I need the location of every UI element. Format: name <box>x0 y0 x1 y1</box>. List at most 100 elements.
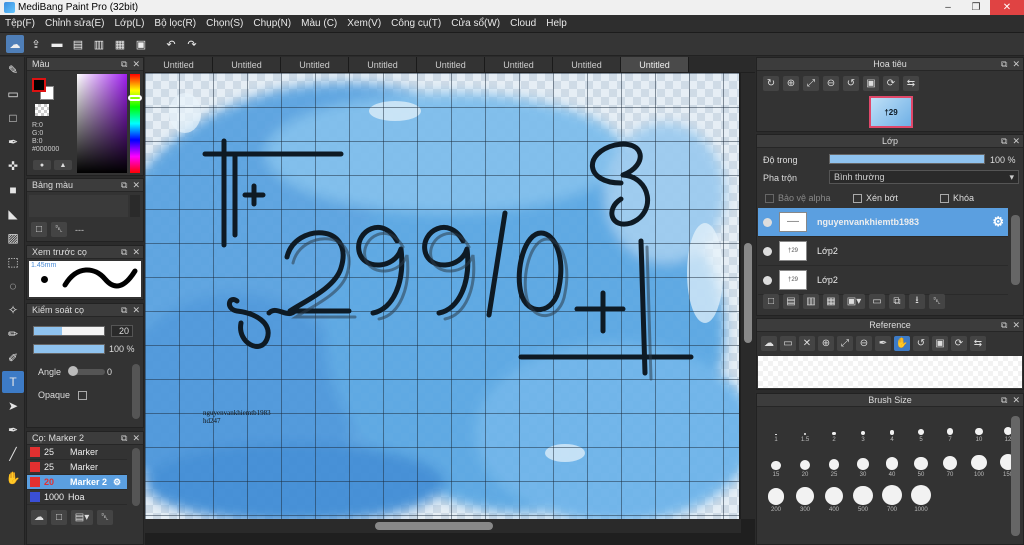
minimize-icon[interactable]: – <box>934 0 962 15</box>
reference-open-icon[interactable]: ▭ <box>780 336 796 351</box>
rotate-left-icon[interactable]: ↺ <box>843 76 859 91</box>
close-panel-icon[interactable]: ✕ <box>132 180 140 191</box>
menu-color[interactable]: Màu (C) <box>296 18 342 29</box>
layer-settings-gear-icon[interactable]: ⚙ <box>992 214 1004 230</box>
layer-opacity-slider[interactable] <box>829 154 985 164</box>
select-pen-icon[interactable]: ✏ <box>2 323 24 345</box>
visibility-eye-icon[interactable] <box>763 275 772 285</box>
eyedropper-icon[interactable]: ✒ <box>2 419 24 441</box>
undock-icon[interactable]: ⧉ <box>121 59 127 70</box>
gradient-icon[interactable]: ▨ <box>2 227 24 249</box>
visibility-eye-icon[interactable] <box>763 217 772 227</box>
delete-layer-icon[interactable]: ␡ <box>929 294 945 309</box>
grid-icon[interactable]: ▣ <box>132 35 150 53</box>
close-icon[interactable]: ✕ <box>990 0 1024 15</box>
brush-size-option[interactable]: 700 <box>879 481 905 513</box>
layer-menu-icon[interactable]: ▣▾ <box>843 294 865 309</box>
drawing-canvas[interactable]: nguyenvankhiemtb1983 hd247 <box>145 73 739 519</box>
add-folder-icon[interactable]: ▭ <box>869 294 885 309</box>
brush-size-option[interactable]: 40 <box>879 446 905 478</box>
add-brush-icon[interactable]: □ <box>51 510 67 525</box>
pen-icon[interactable]: ✒ <box>2 131 24 153</box>
brush-size-scrollbar[interactable] <box>1011 416 1020 536</box>
divide-icon[interactable]: ╱ <box>2 443 24 465</box>
rotate-view-icon[interactable]: ↻ <box>763 76 779 91</box>
undock-icon[interactable]: ⧉ <box>1001 59 1007 70</box>
tab-untitled[interactable]: Untitled <box>281 57 349 72</box>
document-icon[interactable]: ▤ <box>69 35 87 53</box>
reference-cloud-icon[interactable]: ☁ <box>761 336 777 351</box>
layer-row[interactable]: —— nguyenvankhiemtb1983 ⚙ <box>758 208 1008 237</box>
menu-view[interactable]: Xem(V) <box>342 18 386 29</box>
add-layer-icon[interactable]: □ <box>763 294 779 309</box>
foreground-color-swatch[interactable] <box>32 78 46 92</box>
tab-untitled[interactable]: Untitled <box>349 57 417 72</box>
reference-hand-icon[interactable]: ✋ <box>894 336 910 351</box>
list-item[interactable]: 1000 Hoa <box>27 490 127 505</box>
fill-rect-icon[interactable]: ■ <box>2 179 24 201</box>
move-icon[interactable]: ✜ <box>2 155 24 177</box>
vertical-scroll-thumb[interactable] <box>744 243 752 343</box>
menu-edit[interactable]: Chỉnh sửa(E) <box>40 18 110 29</box>
delete-palette-icon[interactable]: ␡ <box>51 222 67 237</box>
undock-icon[interactable]: ⧉ <box>1001 395 1007 406</box>
menu-select[interactable]: Chọn(S) <box>201 18 248 29</box>
horizontal-scroll-thumb[interactable] <box>375 522 493 530</box>
menu-snap[interactable]: Chụp(N) <box>248 18 296 29</box>
menu-layer[interactable]: Lớp(L) <box>110 18 150 29</box>
brush-size-option[interactable]: 500 <box>850 481 876 513</box>
undock-icon[interactable]: ⧉ <box>121 180 127 191</box>
brush-menu-icon[interactable]: ▤▾ <box>71 510 93 525</box>
reference-close-icon[interactable]: ✕ <box>799 336 815 351</box>
tab-untitled[interactable]: Untitled <box>417 57 485 72</box>
brush-size-option[interactable]: 2 <box>821 411 847 443</box>
menu-help[interactable]: Help <box>541 18 572 29</box>
lock-checkbox[interactable] <box>940 193 949 203</box>
page-icon[interactable]: ▥ <box>90 35 108 53</box>
add-palette-icon[interactable]: □ <box>31 222 47 237</box>
magic-wand-icon[interactable]: ✧ <box>2 299 24 321</box>
brush-size-option[interactable]: 25 <box>821 446 847 478</box>
brush-size-option[interactable]: 15 <box>763 446 789 478</box>
brush-list-scrollbar[interactable] <box>132 448 140 506</box>
undock-icon[interactable]: ⧉ <box>121 305 127 316</box>
brush-size-option[interactable]: 200 <box>763 481 789 513</box>
reset-rotation-icon[interactable]: ⟳ <box>883 76 899 91</box>
brush-size-option[interactable]: 70 <box>937 446 963 478</box>
rect-select-icon[interactable]: □ <box>2 107 24 129</box>
brush-size-option[interactable]: 300 <box>792 481 818 513</box>
reference-reset-icon[interactable]: ⟳ <box>951 336 967 351</box>
angle-slider-handle[interactable] <box>68 366 78 376</box>
brush-size-option[interactable]: 10 <box>966 411 992 443</box>
menu-window[interactable]: Cửa sổ(W) <box>446 18 505 29</box>
list-item[interactable]: 20 Marker 2 ⚙ <box>27 475 127 490</box>
menu-file[interactable]: Tệp(F) <box>0 18 40 29</box>
flip-horizontal-icon[interactable]: ⇆ <box>903 76 919 91</box>
brush-size-option[interactable]: 4 <box>879 411 905 443</box>
visibility-eye-icon[interactable] <box>763 246 772 256</box>
reference-zoom-in-icon[interactable]: ⊕ <box>818 336 834 351</box>
duplicate-layer-icon[interactable]: ⧉ <box>889 294 905 309</box>
navigator-thumbnail[interactable]: †29 <box>869 96 913 128</box>
blend-mode-select[interactable]: Bình thường ▾ <box>829 170 1019 184</box>
canvas-horizontal-scrollbar[interactable] <box>145 519 741 533</box>
brush-icon[interactable]: ✎ <box>2 59 24 81</box>
page-manager-icon[interactable]: ▦ <box>111 35 129 53</box>
hue-slider-handle[interactable] <box>128 95 142 101</box>
cloud-brush-icon[interactable]: ☁ <box>31 510 47 525</box>
close-panel-icon[interactable]: ✕ <box>1012 320 1020 331</box>
cloud-icon[interactable]: ☁ <box>6 35 24 53</box>
reference-fit-window-icon[interactable]: ▣ <box>932 336 948 351</box>
close-panel-icon[interactable]: ✕ <box>132 59 140 70</box>
brush-size-option[interactable]: 7 <box>937 411 963 443</box>
saturation-value-field[interactable] <box>77 74 127 173</box>
fit-view-icon[interactable]: ⤢ <box>803 76 819 91</box>
list-item[interactable]: 25 Marker <box>27 460 127 475</box>
close-panel-icon[interactable]: ✕ <box>132 305 140 316</box>
brush-size-option[interactable]: 1 <box>763 411 789 443</box>
brush-size-option[interactable]: 3 <box>850 411 876 443</box>
bucket-icon[interactable]: ◣ <box>2 203 24 225</box>
brush-size-option[interactable]: 5 <box>908 411 934 443</box>
redo-icon[interactable]: ↷ <box>183 35 201 53</box>
brush-size-option[interactable]: 100 <box>966 446 992 478</box>
